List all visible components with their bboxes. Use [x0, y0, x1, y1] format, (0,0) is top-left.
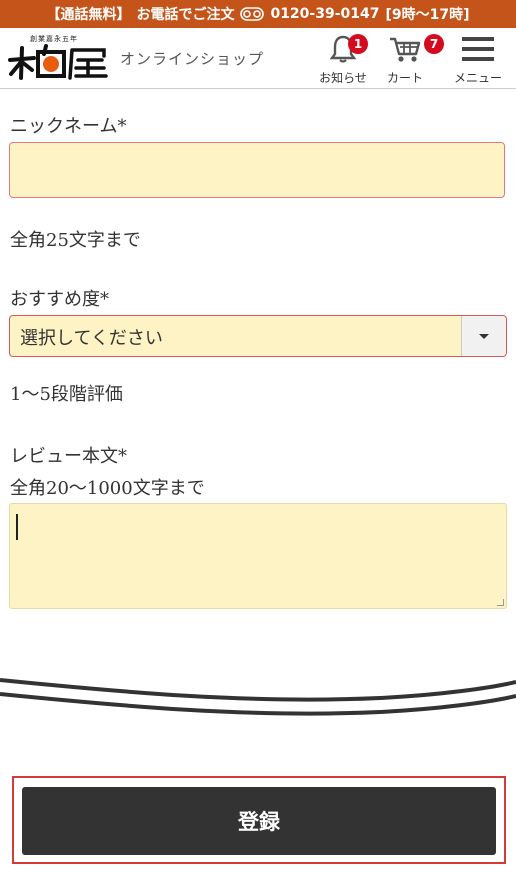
nickname-input[interactable] [9, 142, 505, 198]
rating-note: 1～5段階評価 [10, 384, 123, 405]
rating-selected-value: 選択してください [20, 328, 163, 349]
cart-icon [390, 37, 421, 62]
wave-divider [0, 678, 516, 716]
cart-count-badge: 7 [424, 34, 444, 54]
submit-highlight: 登録 [12, 776, 506, 864]
hamburger-icon [462, 37, 494, 61]
notices-button[interactable]: 1 お知らせ [314, 34, 372, 86]
nickname-label: ニックネーム* [10, 116, 127, 137]
online-shop-label: オンラインショップ [120, 50, 265, 68]
rating-select[interactable]: 選択してください [9, 315, 507, 357]
order-by-phone-label: お電話でご注文 [136, 7, 235, 23]
nickname-note: 全角25文字まで [10, 230, 141, 251]
text-cursor [16, 514, 18, 540]
notices-label: お知らせ [319, 71, 367, 85]
resize-handle[interactable] [497, 599, 504, 606]
phone-number[interactable]: 0120-39-0147 [270, 6, 379, 22]
notices-count-badge: 1 [348, 34, 368, 54]
business-hours: [9時～17時] [385, 7, 470, 23]
kashiwaya-logo[interactable] [8, 40, 108, 80]
review-textarea[interactable] [9, 503, 507, 609]
review-label: レビュー本文* [10, 446, 127, 467]
submit-button[interactable]: 登録 [22, 787, 496, 855]
chevron-down-icon[interactable] [461, 316, 506, 356]
menu-label: メニュー [453, 71, 502, 85]
top-phone-bar: 【通話無料】 お電話でご注文 0120-39-0147 [9時～17時] [0, 0, 516, 28]
free-call-label: 【通話無料】 [46, 7, 131, 23]
rating-label: おすすめ度* [10, 289, 109, 310]
freedial-icon [240, 7, 265, 21]
cart-label: カート [386, 71, 423, 85]
review-note: 全角20～1000文字まで [10, 478, 205, 499]
site-header: 創業嘉永五年 オンラインショップ 1 お知らせ 7 カート メニュー [0, 28, 516, 89]
menu-button[interactable]: メニュー [448, 34, 508, 86]
cart-button[interactable]: 7 カート [380, 34, 444, 86]
